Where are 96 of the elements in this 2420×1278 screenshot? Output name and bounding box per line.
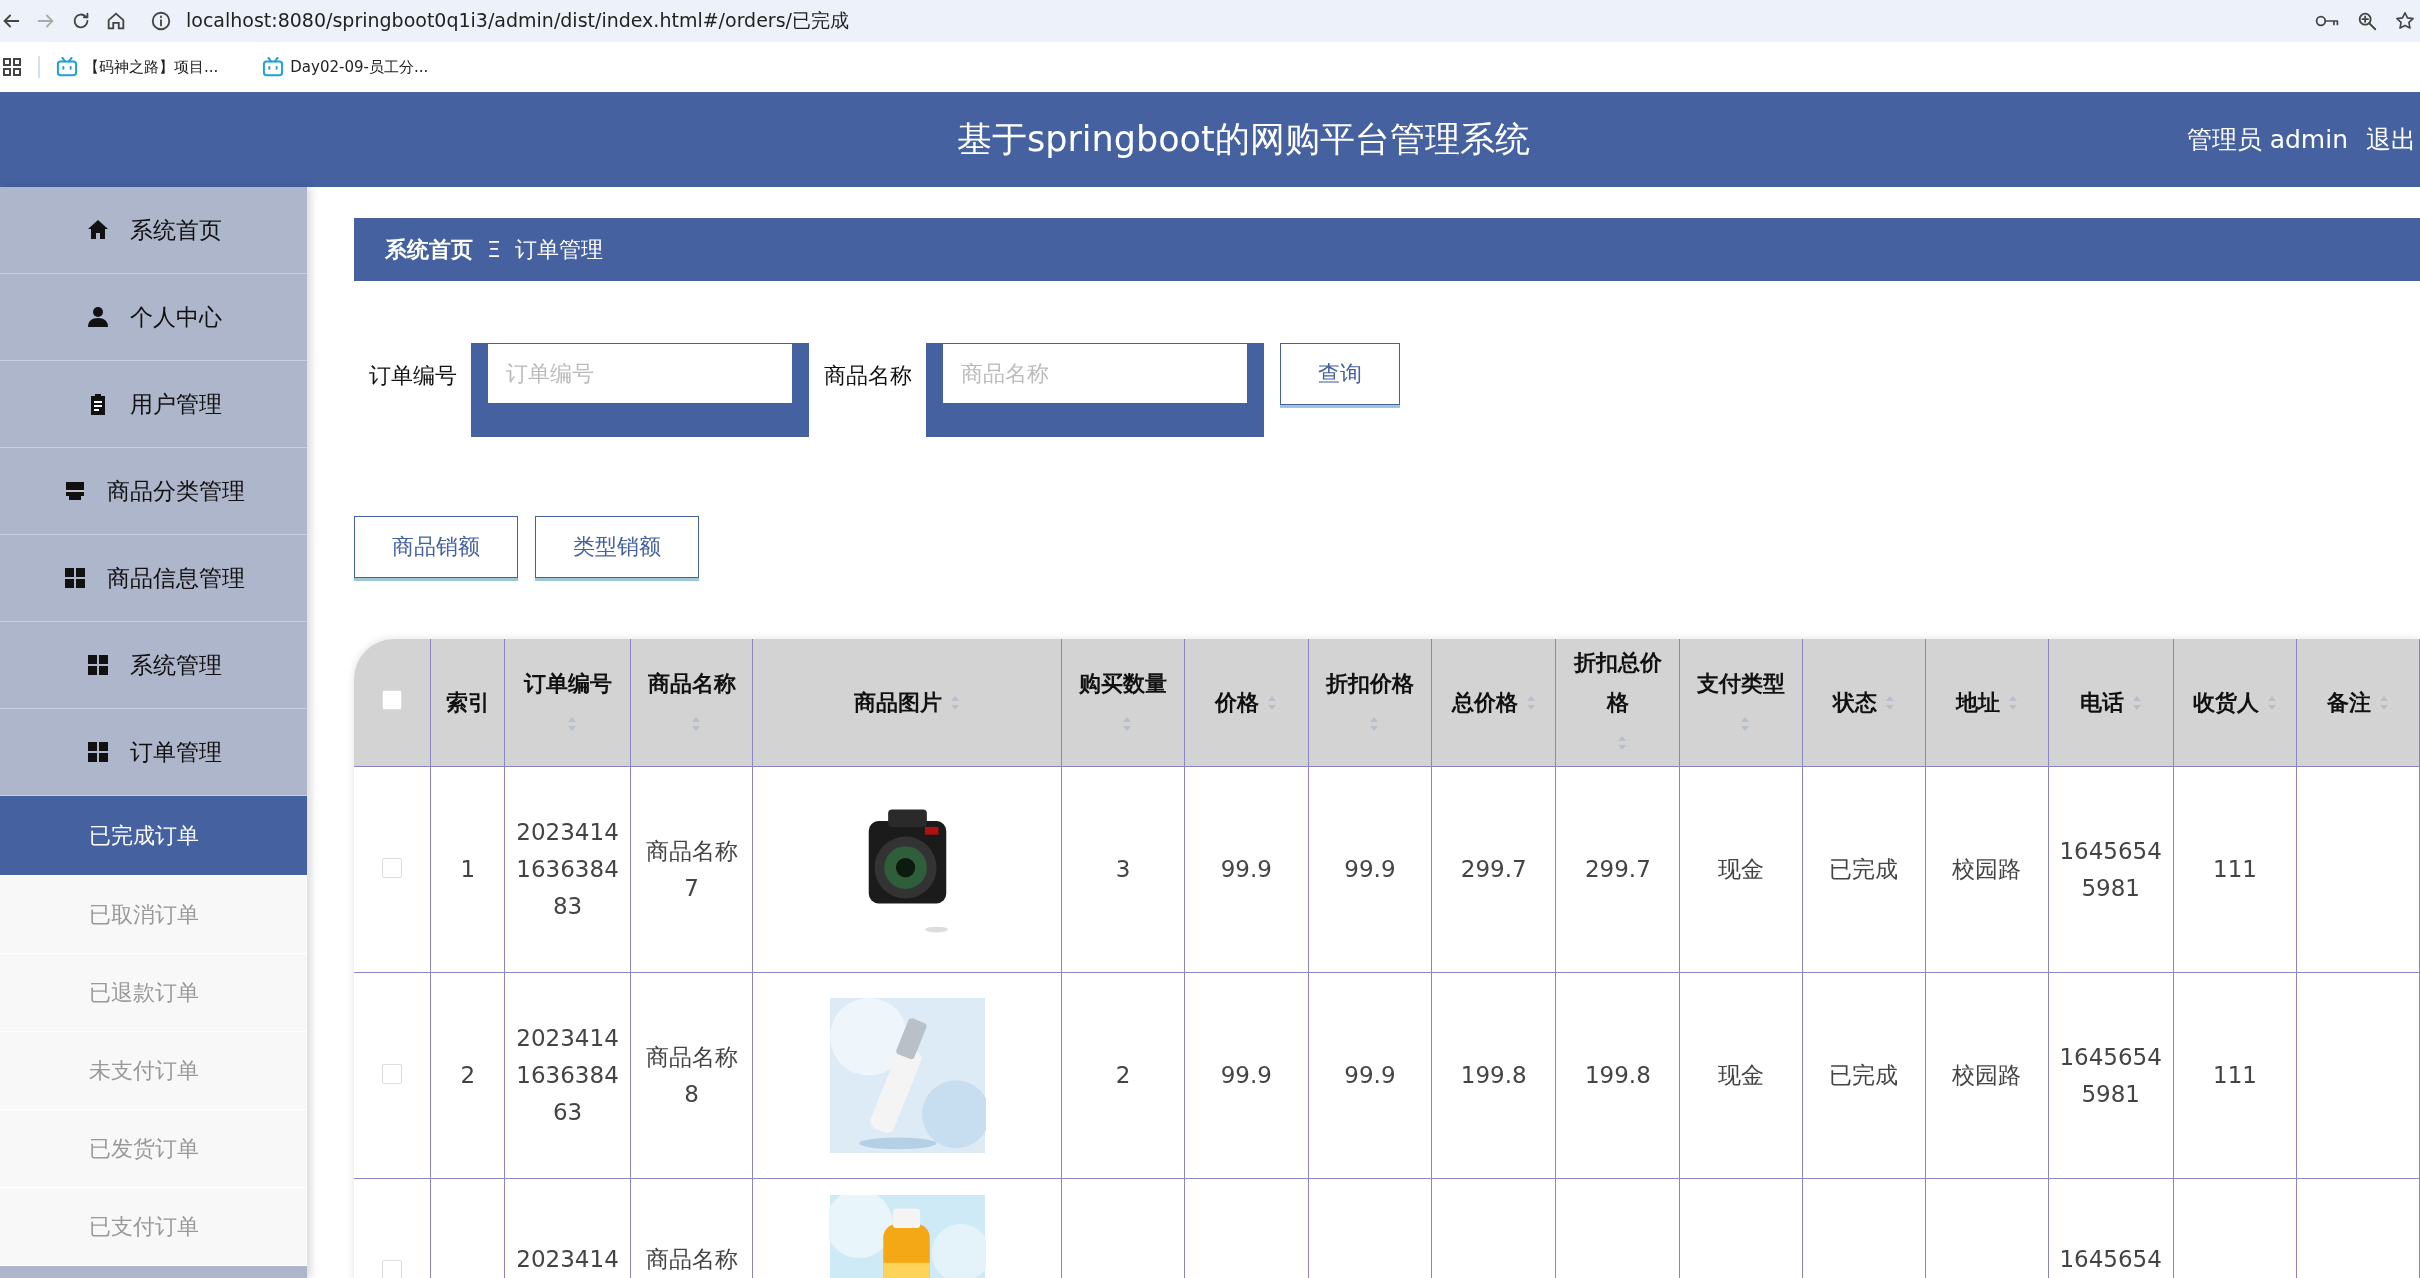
column-header[interactable]: 索引 <box>445 683 490 723</box>
column-header[interactable]: 价格 <box>1215 683 1260 723</box>
bookmark[interactable]: 【码神之路】项目... <box>56 57 219 77</box>
table-cell-text: 2023414163638463 <box>516 1024 619 1127</box>
breadcrumb-item[interactable]: 订单管理 <box>514 234 603 265</box>
menu-item[interactable]: 商品信息管理 <box>0 535 307 622</box>
table-cell-text: 商品名称8 <box>644 1042 739 1109</box>
home-icon[interactable] <box>105 10 127 32</box>
table-cell-text: 2023414 <box>516 1245 619 1274</box>
table-cell-text: 199.8 <box>1584 1061 1651 1091</box>
logout-link[interactable]: 退出 <box>2366 123 2416 156</box>
search-button[interactable]: 查询 <box>1280 343 1400 405</box>
table-cell-text: 现金 <box>1718 855 1765 885</box>
menu-item[interactable]: 个人中心 <box>0 274 307 361</box>
table-cell-text: 2023414163638483 <box>516 818 619 921</box>
column-header[interactable]: 状态 <box>1832 683 1877 723</box>
column-header[interactable]: 地址 <box>1955 683 2000 723</box>
checkbox[interactable] <box>382 1260 403 1278</box>
search-field[interactable]: 订单编号 <box>487 343 793 404</box>
tv-icon <box>262 57 285 77</box>
table-cell-text: 299.7 <box>1460 855 1527 885</box>
url-text: localhost:8080/springboot0q1i3/admin/dist/index.html#/orders/已完成 <box>186 8 849 33</box>
sort-icon <box>1267 695 1278 712</box>
table-cell-text: 校园路 <box>1952 1061 2022 1091</box>
sort-icon <box>1122 716 1133 733</box>
star-icon[interactable] <box>2394 10 2416 32</box>
column-header[interactable]: 备注 <box>2327 683 2372 723</box>
checkbox[interactable] <box>382 690 403 710</box>
checkbox[interactable] <box>382 1063 403 1084</box>
user-label: 管理员 admin <box>2186 124 2348 156</box>
search-field[interactable]: 商品名称 <box>942 343 1248 404</box>
table-cell-text: 16456545981 <box>2059 836 2162 903</box>
sort-icon <box>2131 695 2142 712</box>
tv-icon <box>56 57 78 77</box>
table-cell-text: 111 <box>2213 855 2257 885</box>
table-cell-text: 299.7 <box>1584 855 1651 885</box>
column-header[interactable]: 电话 <box>2079 683 2124 723</box>
checkbox[interactable] <box>382 857 403 878</box>
chart-button[interactable]: 商品销额 <box>354 516 518 578</box>
sort-icon <box>2007 695 2018 712</box>
menu-item[interactable]: 商品分类管理 <box>0 448 307 535</box>
sort-icon <box>950 695 961 712</box>
grid-icon <box>62 566 87 590</box>
table-cell-text: 3 <box>1115 855 1131 885</box>
field-label: 订单编号 <box>369 362 457 390</box>
grid-icon <box>85 653 110 677</box>
breadcrumb-item[interactable]: 系统首页 <box>385 234 473 265</box>
info-icon <box>150 10 172 32</box>
table-cell-text: 99.9 <box>1344 855 1396 885</box>
apps-grid-icon[interactable] <box>2 57 22 77</box>
field-label: 商品名称 <box>824 362 912 390</box>
column-header[interactable]: 购买数量 <box>1079 663 1168 704</box>
user-icon <box>85 305 110 329</box>
sort-icon <box>1368 716 1379 733</box>
table-cell-text: 99.9 <box>1344 1061 1396 1091</box>
menu-item[interactable]: 系统管理 <box>0 622 307 709</box>
breadcrumb-separator: Ξ <box>487 237 501 262</box>
column-header[interactable]: 商品图片 <box>854 683 943 723</box>
sort-icon <box>1740 716 1751 733</box>
table-cell-text: 已完成 <box>1829 855 1899 885</box>
table-cell-text: 2 <box>460 1061 476 1091</box>
column-header[interactable]: 商品名称 <box>647 663 736 704</box>
zoom-icon[interactable] <box>2356 10 2378 32</box>
column-header[interactable]: 折扣价格 <box>1325 663 1414 704</box>
table-cell-text: 199.8 <box>1460 1061 1527 1091</box>
table-cell-text: 现金 <box>1718 1061 1765 1091</box>
sort-icon <box>690 716 701 733</box>
sort-icon <box>1525 695 1536 712</box>
submenu-item[interactable]: 已完成订单 <box>0 796 307 876</box>
grid-icon <box>85 740 110 764</box>
sort-icon <box>566 716 577 733</box>
table-cell-text: 商品名称 <box>645 1245 738 1274</box>
column-header[interactable]: 总价格 <box>1451 683 1518 723</box>
column-header[interactable]: 收货人 <box>2193 683 2259 723</box>
table-cell-text: 2 <box>1115 1061 1131 1091</box>
table-cell-text: 99.9 <box>1220 855 1272 885</box>
sort-icon <box>2379 695 2390 712</box>
bookmark[interactable]: Day02-09-员工分... <box>262 57 429 77</box>
column-header[interactable]: 折扣总价格 <box>1573 643 1662 723</box>
app-title: 基于springboot的网购平台管理系统 <box>956 118 1531 161</box>
column-header[interactable]: 订单编号 <box>523 663 612 704</box>
table-cell-text: 16456545981 <box>2059 1042 2162 1109</box>
menu-item[interactable]: 系统首页 <box>0 187 307 274</box>
chart-button[interactable]: 类型销额 <box>535 516 699 578</box>
sort-icon <box>1884 695 1895 712</box>
table-cell-text: 已完成 <box>1829 1061 1899 1091</box>
sort-icon <box>1616 735 1627 752</box>
menu-item[interactable]: 用户管理 <box>0 361 307 448</box>
table-cell-text: 99.9 <box>1220 1061 1272 1091</box>
table-cell-text: 1645654 <box>2059 1245 2162 1274</box>
table-cell-text: 校园路 <box>1952 855 2022 885</box>
table-cell-text: 1 <box>460 855 476 885</box>
sort-icon <box>2267 695 2277 712</box>
table-cell-text: 111 <box>2213 1061 2257 1091</box>
table-cell-text: 商品名称7 <box>644 836 739 903</box>
column-header[interactable]: 支付类型 <box>1697 663 1786 704</box>
